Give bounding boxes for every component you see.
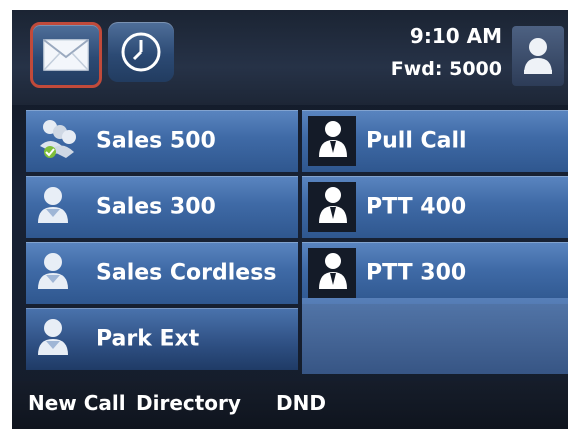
- line-key-label: Sales 500: [96, 128, 216, 154]
- contact-icon: [318, 251, 348, 295]
- line-key-label: Sales Cordless: [96, 260, 277, 286]
- messages-button[interactable]: [30, 22, 102, 88]
- line-key-label: Park Ext: [96, 326, 200, 352]
- person-icon: [36, 251, 70, 295]
- softkey-bar: New Call Directory DND: [12, 381, 568, 429]
- clock-icon: [121, 32, 161, 72]
- line-key-pull-call[interactable]: Pull Call: [302, 110, 568, 172]
- new-call-softkey[interactable]: New Call: [28, 391, 126, 415]
- line-key-ptt-300[interactable]: PTT 300: [302, 242, 568, 304]
- forward-status: Fwd: 5000: [390, 58, 502, 80]
- line-key-label: Pull Call: [366, 128, 467, 154]
- empty-key-area: [302, 298, 568, 374]
- user-icon: [524, 38, 552, 74]
- envelope-icon: [43, 39, 89, 71]
- person-icon: [36, 317, 70, 361]
- directory-softkey[interactable]: Directory: [136, 391, 241, 415]
- dnd-softkey[interactable]: DND: [276, 391, 326, 415]
- line-key-ptt-400[interactable]: PTT 400: [302, 176, 568, 238]
- line-key-sales-500[interactable]: Sales 500: [26, 110, 298, 172]
- phone-bezel: 9:10 AM Fwd: 5000 Sales 500 Sales 300 Sa…: [0, 0, 574, 429]
- status-header: 9:10 AM Fwd: 5000: [12, 10, 568, 105]
- line-key-park-ext[interactable]: Park Ext: [26, 308, 298, 370]
- clock-time: 9:10 AM: [409, 24, 502, 48]
- contact-icon: [318, 119, 348, 163]
- phone-screen: 9:10 AM Fwd: 5000 Sales 500 Sales 300 Sa…: [12, 10, 568, 429]
- line-key-label: PTT 400: [366, 194, 467, 220]
- contact-icon: [318, 185, 348, 229]
- call-history-button[interactable]: [108, 22, 174, 82]
- group-icon: [36, 118, 82, 164]
- person-icon: [36, 185, 70, 229]
- user-profile-button[interactable]: [512, 26, 564, 86]
- line-key-label: PTT 300: [366, 260, 467, 286]
- line-key-sales-cordless[interactable]: Sales Cordless: [26, 242, 298, 304]
- line-key-sales-300[interactable]: Sales 300: [26, 176, 298, 238]
- line-key-label: Sales 300: [96, 194, 216, 220]
